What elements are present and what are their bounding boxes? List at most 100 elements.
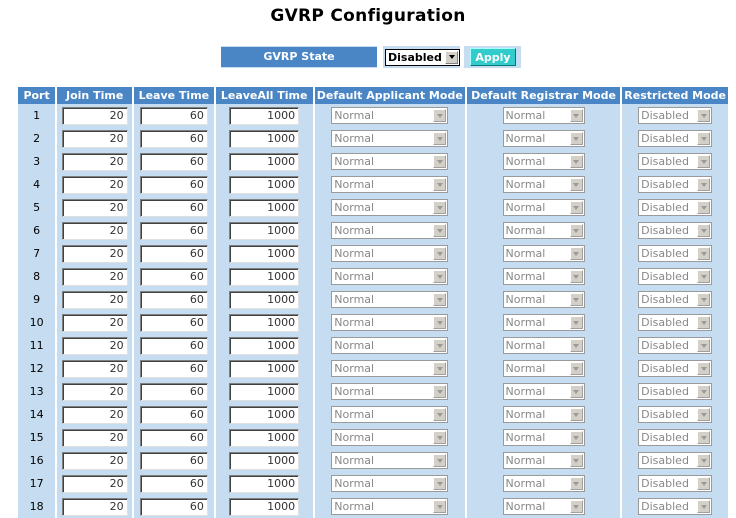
leave-time-input[interactable]: 60 [139, 497, 208, 516]
join-time-input[interactable]: 20 [61, 451, 128, 470]
applicant-mode-select[interactable]: Normal [331, 153, 449, 170]
restricted-mode-select[interactable]: Disabled [638, 291, 713, 308]
join-time-input[interactable]: 20 [61, 336, 128, 355]
leaveall-time-input[interactable]: 1000 [229, 244, 300, 263]
registrar-mode-select[interactable]: Normal [502, 107, 585, 124]
leave-time-input[interactable]: 60 [139, 198, 208, 217]
restricted-mode-select[interactable]: Disabled [638, 498, 713, 515]
leave-time-input[interactable]: 60 [139, 175, 208, 194]
leave-time-input[interactable]: 60 [139, 313, 208, 332]
registrar-mode-select[interactable]: Normal [502, 291, 585, 308]
leaveall-time-input[interactable]: 1000 [229, 428, 300, 447]
applicant-mode-select[interactable]: Normal [331, 222, 449, 239]
leave-time-input[interactable]: 60 [139, 336, 208, 355]
join-time-input[interactable]: 20 [61, 405, 128, 424]
join-time-input[interactable]: 20 [61, 152, 128, 171]
registrar-mode-select[interactable]: Normal [502, 222, 585, 239]
registrar-mode-select[interactable]: Normal [502, 429, 585, 446]
applicant-mode-select[interactable]: Normal [331, 452, 449, 469]
leaveall-time-input[interactable]: 1000 [229, 497, 300, 516]
leave-time-input[interactable]: 60 [139, 405, 208, 424]
leave-time-input[interactable]: 60 [139, 221, 208, 240]
leave-time-input[interactable]: 60 [139, 382, 208, 401]
applicant-mode-select[interactable]: Normal [331, 498, 449, 515]
restricted-mode-select[interactable]: Disabled [638, 383, 713, 400]
applicant-mode-select[interactable]: Normal [331, 199, 449, 216]
join-time-input[interactable]: 20 [61, 290, 128, 309]
applicant-mode-select[interactable]: Normal [331, 314, 449, 331]
registrar-mode-select[interactable]: Normal [502, 452, 585, 469]
join-time-input[interactable]: 20 [61, 129, 128, 148]
leave-time-input[interactable]: 60 [139, 152, 208, 171]
registrar-mode-select[interactable]: Normal [502, 337, 585, 354]
registrar-mode-select[interactable]: Normal [502, 268, 585, 285]
join-time-input[interactable]: 20 [61, 497, 128, 516]
leaveall-time-input[interactable]: 1000 [229, 106, 300, 125]
leave-time-input[interactable]: 60 [139, 290, 208, 309]
leaveall-time-input[interactable]: 1000 [229, 474, 300, 493]
join-time-input[interactable]: 20 [61, 106, 128, 125]
join-time-input[interactable]: 20 [61, 198, 128, 217]
applicant-mode-select[interactable]: Normal [331, 291, 449, 308]
join-time-input[interactable]: 20 [61, 313, 128, 332]
registrar-mode-select[interactable]: Normal [502, 176, 585, 193]
leave-time-input[interactable]: 60 [139, 244, 208, 263]
leave-time-input[interactable]: 60 [139, 428, 208, 447]
restricted-mode-select[interactable]: Disabled [638, 199, 713, 216]
registrar-mode-select[interactable]: Normal [502, 199, 585, 216]
leaveall-time-input[interactable]: 1000 [229, 313, 300, 332]
registrar-mode-select[interactable]: Normal [502, 406, 585, 423]
leaveall-time-input[interactable]: 1000 [229, 267, 300, 286]
join-time-input[interactable]: 20 [61, 175, 128, 194]
restricted-mode-select[interactable]: Disabled [638, 406, 713, 423]
leave-time-input[interactable]: 60 [139, 267, 208, 286]
registrar-mode-select[interactable]: Normal [502, 383, 585, 400]
registrar-mode-select[interactable]: Normal [502, 498, 585, 515]
restricted-mode-select[interactable]: Disabled [638, 452, 713, 469]
leaveall-time-input[interactable]: 1000 [229, 198, 300, 217]
leaveall-time-input[interactable]: 1000 [229, 405, 300, 424]
applicant-mode-select[interactable]: Normal [331, 475, 449, 492]
leaveall-time-input[interactable]: 1000 [229, 152, 300, 171]
join-time-input[interactable]: 20 [61, 221, 128, 240]
registrar-mode-select[interactable]: Normal [502, 130, 585, 147]
applicant-mode-select[interactable]: Normal [331, 383, 449, 400]
registrar-mode-select[interactable]: Normal [502, 360, 585, 377]
applicant-mode-select[interactable]: Normal [331, 245, 449, 262]
leaveall-time-input[interactable]: 1000 [229, 129, 300, 148]
restricted-mode-select[interactable]: Disabled [638, 429, 713, 446]
join-time-input[interactable]: 20 [61, 267, 128, 286]
leaveall-time-input[interactable]: 1000 [229, 359, 300, 378]
leaveall-time-input[interactable]: 1000 [229, 290, 300, 309]
applicant-mode-select[interactable]: Normal [331, 360, 449, 377]
restricted-mode-select[interactable]: Disabled [638, 475, 713, 492]
applicant-mode-select[interactable]: Normal [331, 337, 449, 354]
join-time-input[interactable]: 20 [61, 382, 128, 401]
registrar-mode-select[interactable]: Normal [502, 475, 585, 492]
registrar-mode-select[interactable]: Normal [502, 245, 585, 262]
applicant-mode-select[interactable]: Normal [331, 268, 449, 285]
leaveall-time-input[interactable]: 1000 [229, 382, 300, 401]
leaveall-time-input[interactable]: 1000 [229, 336, 300, 355]
leave-time-input[interactable]: 60 [139, 129, 208, 148]
join-time-input[interactable]: 20 [61, 428, 128, 447]
leave-time-input[interactable]: 60 [139, 474, 208, 493]
applicant-mode-select[interactable]: Normal [331, 406, 449, 423]
applicant-mode-select[interactable]: Normal [331, 130, 449, 147]
leaveall-time-input[interactable]: 1000 [229, 221, 300, 240]
apply-button[interactable]: Apply [470, 48, 516, 66]
restricted-mode-select[interactable]: Disabled [638, 314, 713, 331]
restricted-mode-select[interactable]: Disabled [638, 222, 713, 239]
join-time-input[interactable]: 20 [61, 244, 128, 263]
restricted-mode-select[interactable]: Disabled [638, 107, 713, 124]
restricted-mode-select[interactable]: Disabled [638, 268, 713, 285]
join-time-input[interactable]: 20 [61, 359, 128, 378]
restricted-mode-select[interactable]: Disabled [638, 153, 713, 170]
restricted-mode-select[interactable]: Disabled [638, 130, 713, 147]
leave-time-input[interactable]: 60 [139, 359, 208, 378]
registrar-mode-select[interactable]: Normal [502, 153, 585, 170]
leave-time-input[interactable]: 60 [139, 106, 208, 125]
leaveall-time-input[interactable]: 1000 [229, 451, 300, 470]
restricted-mode-select[interactable]: Disabled [638, 245, 713, 262]
applicant-mode-select[interactable]: Normal [331, 176, 449, 193]
